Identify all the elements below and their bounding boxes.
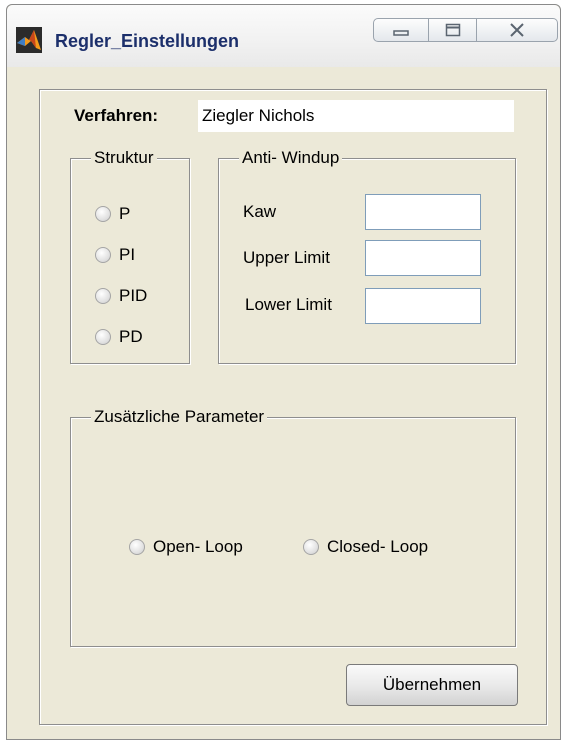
anti-windup-group: Anti- Windup Kaw Upper Limit Lower Limit xyxy=(218,148,516,364)
anti-windup-legend: Anti- Windup xyxy=(239,148,343,168)
struktur-group: Struktur P PI PID PD xyxy=(70,148,190,364)
radio-label: PI xyxy=(119,245,136,264)
maximize-button[interactable] xyxy=(429,18,477,42)
window-title: Regler_Einstellungen xyxy=(55,31,240,51)
radio-label: PID xyxy=(119,286,148,305)
verfahren-label: Verfahren: xyxy=(74,106,159,125)
window-controls xyxy=(373,18,558,44)
kaw-label: Kaw xyxy=(243,202,277,221)
struktur-legend: Struktur xyxy=(91,148,157,168)
radio-pid[interactable]: PID xyxy=(95,286,147,306)
lower-limit-label: Lower Limit xyxy=(245,295,332,314)
matlab-icon xyxy=(16,27,42,53)
window-client-area: Verfahren: Ziegler Nichols Struktur P PI… xyxy=(11,67,556,735)
radio-button-icon xyxy=(95,247,111,263)
radio-p[interactable]: P xyxy=(95,204,130,224)
radio-label: Closed- Loop xyxy=(327,537,429,556)
radio-button-icon xyxy=(95,329,111,345)
apply-button[interactable]: Übernehmen xyxy=(346,664,518,706)
app-window: Regler_Einstellungen Verfahren: Ziegler … xyxy=(6,4,561,740)
upper-limit-label: Upper Limit xyxy=(243,248,330,267)
radio-pd[interactable]: PD xyxy=(95,327,143,347)
close-button[interactable] xyxy=(477,18,558,42)
kaw-input[interactable] xyxy=(365,194,481,230)
upper-limit-input[interactable] xyxy=(365,240,481,276)
verfahren-value: Ziegler Nichols xyxy=(198,100,514,132)
radio-closed-loop[interactable]: Closed- Loop xyxy=(303,537,428,557)
radio-open-loop[interactable]: Open- Loop xyxy=(129,537,243,557)
radio-button-icon xyxy=(303,539,319,555)
zusaetzliche-parameter-group: Zusätzliche Parameter Open- Loop Closed-… xyxy=(70,407,516,647)
radio-label: PD xyxy=(119,327,143,346)
radio-button-icon xyxy=(95,206,111,222)
title-bar[interactable]: Regler_Einstellungen xyxy=(7,5,560,67)
radio-label: Open- Loop xyxy=(153,537,243,556)
radio-button-icon xyxy=(95,288,111,304)
minimize-button[interactable] xyxy=(373,18,429,42)
zusaetzliche-parameter-legend: Zusätzliche Parameter xyxy=(91,407,268,427)
minimize-icon xyxy=(393,30,409,36)
maximize-icon xyxy=(445,23,460,37)
radio-button-icon xyxy=(129,539,145,555)
radio-pi[interactable]: PI xyxy=(95,245,135,265)
main-panel: Verfahren: Ziegler Nichols Struktur P PI… xyxy=(39,89,547,725)
close-icon xyxy=(510,23,524,37)
lower-limit-input[interactable] xyxy=(365,288,481,324)
radio-label: P xyxy=(119,204,131,223)
